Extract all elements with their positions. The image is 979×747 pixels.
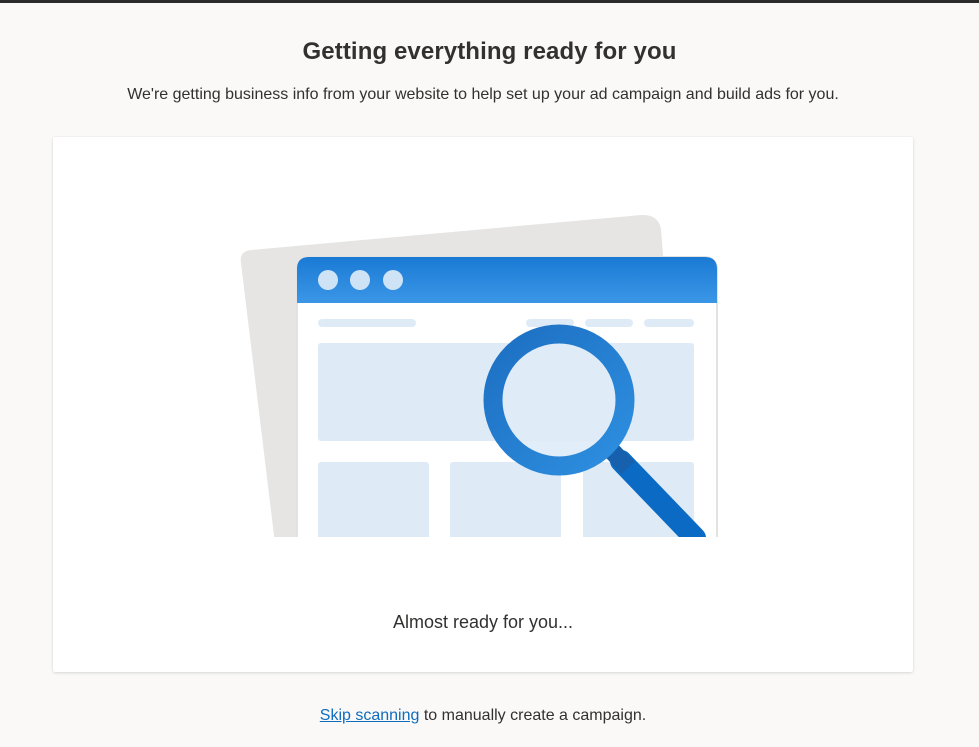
footer-text: Skip scanning to manually create a campa…	[0, 707, 966, 725]
status-text: Almost ready for you...	[392, 612, 574, 632]
page-subtitle: We're getting business info from your we…	[127, 86, 839, 103]
magnifier-neck	[604, 443, 635, 475]
website-magnifier-icon	[240, 214, 718, 537]
window-dot-2	[350, 270, 370, 290]
nav-placeholder-3	[644, 319, 694, 327]
top-border	[0, 0, 979, 3]
content-placeholder-1	[318, 462, 429, 537]
footer-rest-text: to manually create a campaign.	[419, 707, 647, 724]
window-dot-3	[383, 270, 403, 290]
window-dot-1	[318, 270, 338, 290]
page-title: Getting everything ready for you	[302, 38, 677, 65]
skip-scanning-link[interactable]: Skip scanning	[320, 707, 420, 724]
magnifier-lens	[502, 343, 616, 457]
logo-placeholder	[318, 319, 416, 327]
nav-placeholder-2	[585, 319, 633, 327]
scan-status-card: Almost ready for you...	[53, 137, 913, 672]
